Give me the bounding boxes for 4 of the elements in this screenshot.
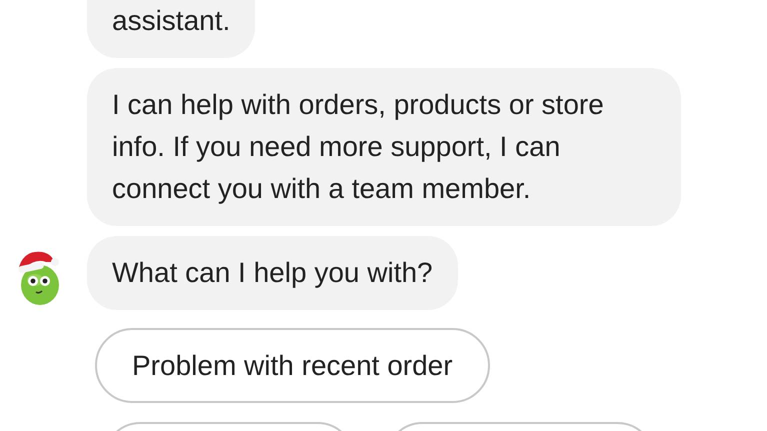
message-bubble: assistant. bbox=[87, 0, 256, 58]
quick-reply-button[interactable]: Problem with recent order bbox=[95, 328, 490, 403]
message-bubble: I can help with orders, products or store info. If you need more support, I can connect you with a team member. bbox=[87, 68, 681, 226]
message-bubble: What can I help you with? bbox=[87, 236, 458, 310]
